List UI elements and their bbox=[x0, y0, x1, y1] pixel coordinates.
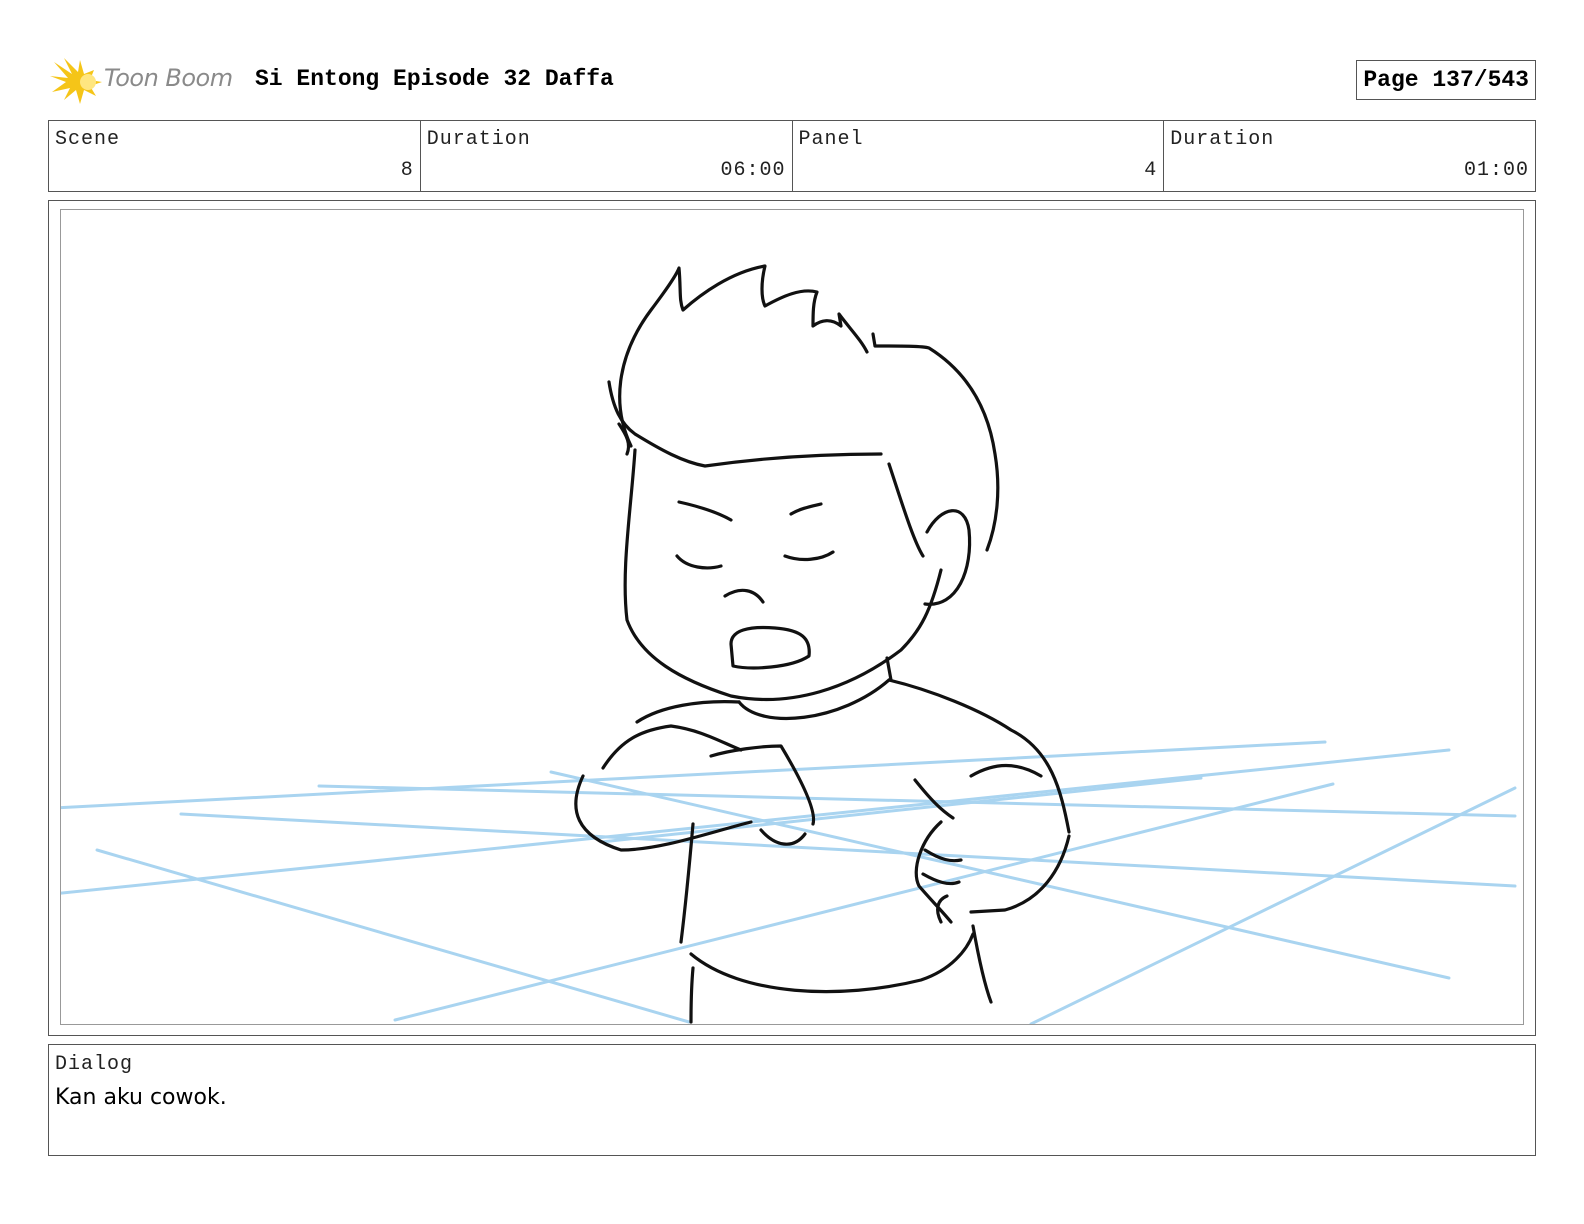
dialog-label: Dialog bbox=[55, 1053, 134, 1076]
character-boy bbox=[574, 264, 1071, 1024]
panel-duration-cell: Duration 01:00 bbox=[1164, 121, 1535, 191]
scene-info-row: Scene 8 Duration 06:00 Panel 4 Duration … bbox=[48, 120, 1536, 192]
scene-value: 8 bbox=[400, 159, 414, 182]
panel-frame bbox=[48, 200, 1536, 1036]
scene-cell: Scene 8 bbox=[49, 121, 421, 191]
dialog-text: Kan aku cowok. bbox=[55, 1085, 227, 1110]
panel-duration-label: Duration bbox=[1170, 128, 1275, 151]
storyboard-sketch bbox=[61, 264, 1517, 1024]
floor-lines bbox=[61, 740, 1517, 1024]
dialog-box: Dialog Kan aku cowok. bbox=[48, 1044, 1536, 1156]
scene-duration-value: 06:00 bbox=[720, 159, 786, 182]
starburst-icon bbox=[50, 58, 102, 104]
panel-label: Panel bbox=[798, 128, 864, 151]
panel-image-area bbox=[60, 209, 1524, 1025]
scene-duration-cell: Duration 06:00 bbox=[421, 121, 793, 191]
page-number: Page 137/543 bbox=[1356, 60, 1536, 100]
project-title: Si Entong Episode 32 Daffa bbox=[255, 66, 614, 92]
panel-value: 4 bbox=[1144, 159, 1158, 182]
scene-duration-label: Duration bbox=[426, 128, 531, 151]
panel-cell: Panel 4 bbox=[793, 121, 1165, 191]
scene-label: Scene bbox=[55, 128, 121, 151]
storyboard-header: Toon Boom Si Entong Episode 32 Daffa Pag… bbox=[48, 52, 1536, 108]
logo-text: Toon Boom bbox=[104, 64, 233, 92]
toon-boom-logo: Toon Boom bbox=[50, 56, 250, 106]
panel-duration-value: 01:00 bbox=[1463, 159, 1529, 182]
